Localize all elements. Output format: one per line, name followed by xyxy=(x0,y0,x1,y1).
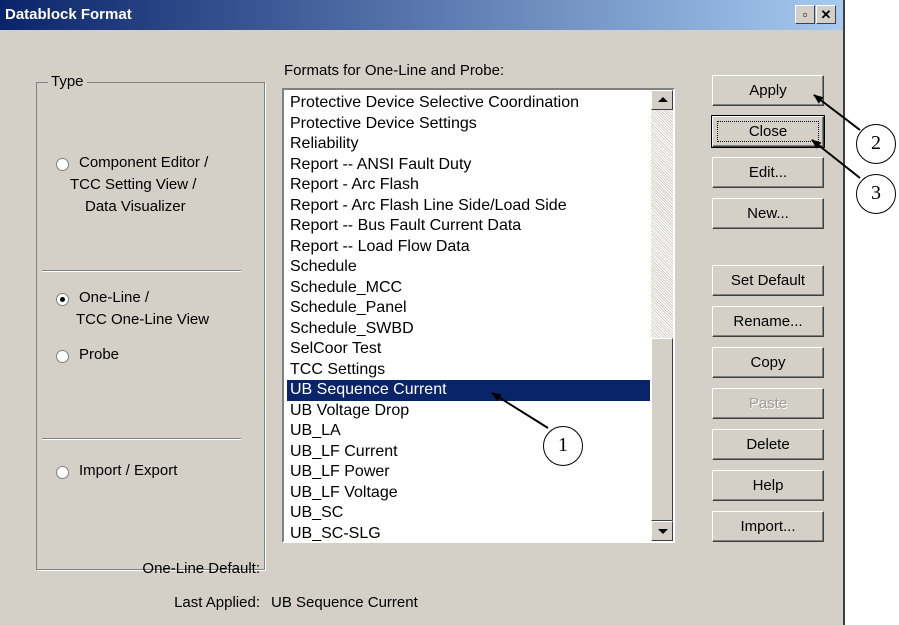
callout-arrows xyxy=(491,94,861,429)
callout-2-arrow xyxy=(813,94,861,131)
callout-1: 1 xyxy=(543,426,583,466)
callout-3-arrow xyxy=(811,139,861,179)
callout-2: 2 xyxy=(856,124,896,164)
callout-3: 3 xyxy=(856,174,896,214)
callout-1-arrow xyxy=(491,392,549,429)
